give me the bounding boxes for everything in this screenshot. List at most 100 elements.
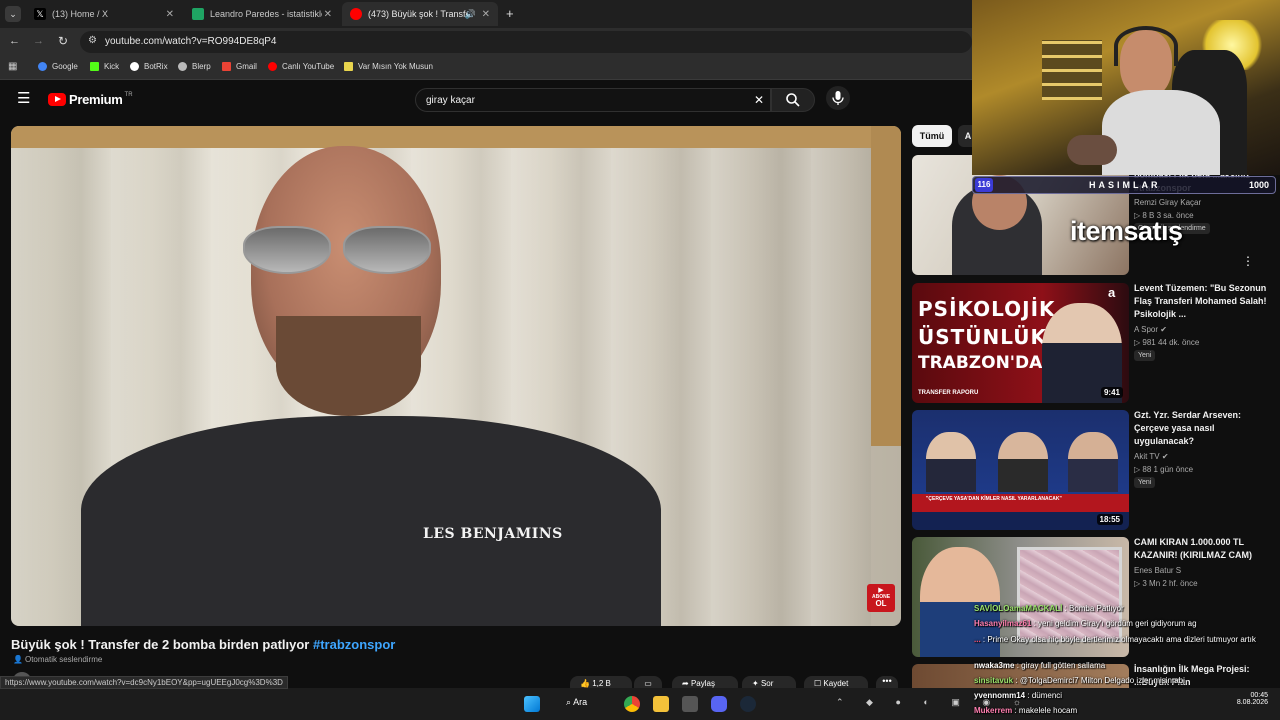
youtube-icon: [268, 62, 277, 71]
close-icon[interactable]: ✕: [324, 9, 332, 20]
person-shirt: [81, 416, 661, 626]
tab-title: Leandro Paredes - istatistikler, haberle…: [210, 9, 322, 19]
discord-icon[interactable]: [711, 696, 727, 712]
search-query: giray kaçar: [426, 95, 475, 106]
sponsor-logo: itemsatış: [1070, 216, 1183, 246]
youtube-play-icon: [48, 93, 66, 106]
file-explorer-icon[interactable]: [653, 696, 669, 712]
thumbs-up-icon: 👍: [580, 679, 590, 688]
menu-icon[interactable]: ☰: [17, 91, 30, 106]
panelist: [1068, 432, 1118, 492]
youtube-logo[interactable]: Premium TR: [48, 92, 133, 107]
address-bar[interactable]: ⚙ youtube.com/watch?v=RO994DE8qP4: [80, 31, 972, 53]
subscribe-badge[interactable]: ▶ ABONE OL: [867, 584, 895, 612]
chat-message: ... : Prime Okay olsa hiç böyle dertleri…: [974, 635, 1256, 644]
windows-start-icon[interactable]: [524, 696, 540, 712]
search-icon: [786, 93, 800, 107]
microphone-icon: [832, 91, 844, 105]
auto-dub-label: 👤 Otomatik seslendirme: [13, 655, 103, 664]
video-title[interactable]: CAMI KIRAN 1.000.000 TL KAZANIR! (KIRILM…: [1134, 536, 1274, 562]
bookmark-var-misin[interactable]: Var Mısın Yok Musun: [344, 62, 433, 71]
verified-icon: ✔: [1161, 452, 1169, 461]
channel-name[interactable]: A Spor ✔: [1134, 325, 1167, 334]
apps-grid-icon[interactable]: ▦: [8, 61, 17, 72]
hashtag-link[interactable]: #trabzonspor: [313, 637, 395, 652]
voice-search-button[interactable]: [826, 86, 850, 110]
panelist: [998, 432, 1048, 492]
channel-name[interactable]: Akit TV ✔: [1134, 452, 1169, 461]
video-thumbnail[interactable]: PSİKOLOJİK ÜSTÜNLÜK TRABZON'DA! TRANSFER…: [912, 283, 1129, 403]
new-badge: Yeni: [1134, 350, 1156, 361]
new-tab-button[interactable]: +: [506, 6, 514, 21]
person-beard: [276, 316, 421, 416]
search-button[interactable]: [771, 88, 815, 112]
verified-icon: ✔: [1160, 325, 1167, 334]
viewer-count: 116: [975, 178, 993, 192]
shirt-print: LES BENJAMINS: [423, 526, 563, 542]
bookmark-kick[interactable]: Kick: [90, 62, 119, 71]
search-input[interactable]: giray kaçar ✕: [415, 88, 771, 112]
channel-name[interactable]: Enes Batur S: [1134, 566, 1181, 575]
browser-tab-bar: ⌄ 𝕏 (13) Home / X ✕ Leandro Paredes - is…: [0, 0, 972, 28]
tab-title: (473) Büyük şok ! Transfer de 2 bomba: [368, 9, 468, 19]
bookmark-google[interactable]: Google: [38, 62, 78, 71]
chrome-icon[interactable]: [624, 696, 640, 712]
arm-tattoo: [1067, 135, 1117, 165]
reload-icon[interactable]: ↻: [58, 34, 68, 48]
video-title[interactable]: Gzt. Yzr. Serdar Arseven: Çerçeve yasa n…: [1134, 409, 1274, 448]
play-icon: ▶: [878, 587, 884, 594]
sparkle-icon: ✦: [752, 679, 759, 688]
close-icon[interactable]: ✕: [482, 9, 490, 20]
streamer-body: [1102, 90, 1220, 175]
share-icon: ➦: [682, 679, 689, 688]
bookmarks-bar: ▦ Google Kick BotRix Blerp Gmail Canlı Y…: [0, 56, 972, 80]
taskbar-search[interactable]: ⌕ Ara: [566, 697, 587, 708]
bookmark-gmail[interactable]: Gmail: [222, 62, 257, 71]
shelf-decor: [1042, 40, 1102, 100]
bookmark-canli-youtube[interactable]: Canlı YouTube: [268, 62, 334, 71]
logo-text: Premium: [69, 92, 123, 107]
botrix-icon: [130, 62, 139, 71]
chat-message: yvennomm14 : dümenci: [974, 691, 1063, 700]
tab-title: (13) Home / X: [52, 9, 109, 19]
video-player[interactable]: LES BENJAMINS ▶ ABONE OL: [11, 126, 901, 626]
video-meta: ▷ 88 1 gün önce: [1134, 465, 1194, 474]
chat-message: SAVİOLOamaMACKALİ : Bomba Patlıyor: [974, 604, 1124, 613]
video-duration: 9:41: [1100, 387, 1123, 398]
tab-youtube-video[interactable]: (473) Büyük şok ! Transfer de 2 bomba 🔊 …: [342, 2, 498, 26]
youtube-favicon-icon: [350, 8, 362, 20]
new-badge: Yeni: [1134, 477, 1156, 488]
logo-region: TR: [124, 92, 133, 98]
sunglasses-icon: [243, 226, 443, 276]
site-info-icon[interactable]: ⚙: [88, 35, 97, 46]
tab-leandro-paredes[interactable]: Leandro Paredes - istatistikler, haberle…: [184, 2, 340, 26]
chip-all[interactable]: Tümü: [912, 125, 952, 147]
video-title[interactable]: Levent Tüzemen: "Bu Sezonun Flaş Transfe…: [1134, 282, 1274, 321]
close-icon[interactable]: ✕: [166, 9, 174, 20]
clear-search-icon[interactable]: ✕: [754, 93, 764, 107]
channel-name[interactable]: Remzi Giray Kaçar: [1134, 198, 1201, 207]
back-arrow-icon[interactable]: ←: [9, 35, 20, 47]
blerp-icon: [178, 62, 187, 71]
video-meta: ▷ 3 Mn 2 hf. önce: [1134, 579, 1198, 588]
tab-list-button[interactable]: ⌄: [5, 6, 21, 22]
video-title: Büyük şok ! Transfer de 2 bomba birden p…: [11, 637, 396, 652]
forward-arrow-icon[interactable]: →: [33, 35, 44, 47]
bookmark-botrix[interactable]: BotRix: [130, 62, 168, 71]
headset-icon: [1114, 26, 1178, 66]
speaker-icon[interactable]: 🔊: [465, 9, 476, 20]
bookmark-blerp[interactable]: Blerp: [178, 62, 211, 71]
steam-icon[interactable]: [740, 696, 756, 712]
dub-icon: 👤: [13, 655, 23, 664]
panelist: [926, 432, 976, 492]
hud-banner: HASIMLAR: [1089, 180, 1161, 190]
video-thumbnail[interactable]: "ÇERÇEVE YASA'DAN KİMLER NASIL YARARLANA…: [912, 410, 1129, 530]
app-icon[interactable]: [682, 696, 698, 712]
more-vert-icon[interactable]: ⋮: [1242, 254, 1254, 268]
chat-message: Mukerrem : makelele hocam: [974, 706, 1078, 715]
window-frame: [11, 126, 901, 148]
tab-x-home[interactable]: 𝕏 (13) Home / X ✕: [26, 2, 182, 26]
link-preview-status: https://www.youtube.com/watch?v=dc9cNy1b…: [0, 676, 288, 689]
site-favicon-icon: [192, 8, 204, 20]
taskbar-clock[interactable]: 00:45 8.08.2026: [1220, 692, 1268, 706]
